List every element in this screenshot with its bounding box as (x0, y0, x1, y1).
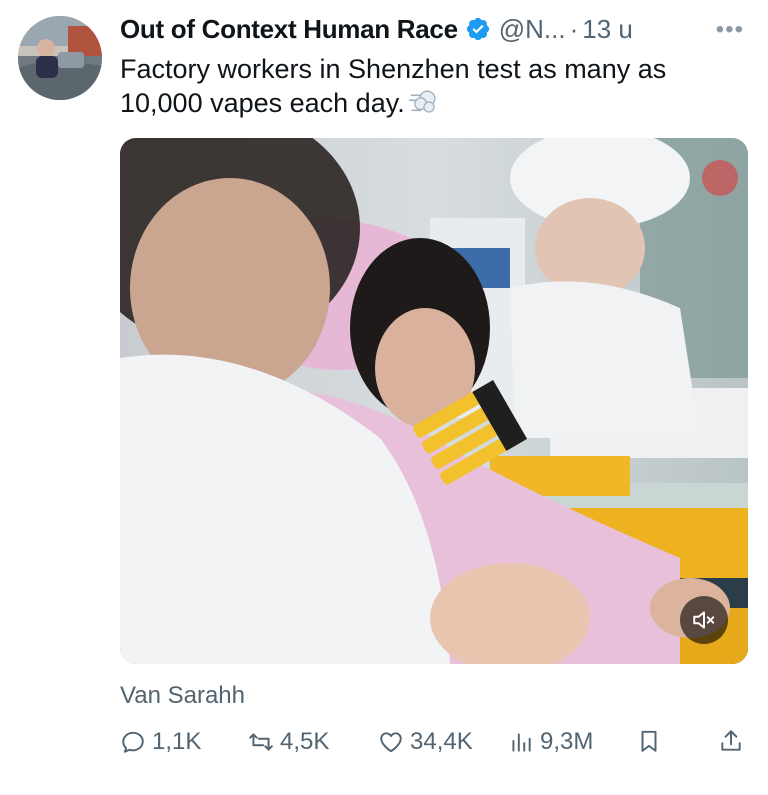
reply-count: 1,1K (152, 728, 202, 755)
more-options-icon[interactable]: ••• (716, 16, 744, 44)
heart-icon (380, 732, 402, 753)
author-avatar[interactable] (18, 16, 102, 100)
view-count: 9,3M (540, 728, 594, 755)
tweet-actions: 1,1K 4,5K 34,4K 9,3M (120, 728, 748, 764)
dashing-away-icon (408, 90, 436, 113)
header-separator: · (569, 13, 579, 44)
like-button[interactable]: 34,4K (378, 728, 473, 756)
like-count: 34,4K (410, 728, 473, 755)
tweet-body: Factory workers in Shenzhen test as many… (120, 54, 667, 118)
reply-icon (122, 731, 144, 753)
repost-button[interactable]: 4,5K (248, 728, 329, 756)
tweet-timestamp[interactable]: 13 u (582, 14, 633, 45)
share-button[interactable] (718, 728, 750, 754)
views-button[interactable]: 9,3M (508, 728, 593, 756)
video-frame (120, 138, 748, 664)
repost-icon (249, 733, 273, 751)
bookmark-button[interactable] (636, 728, 668, 754)
repost-count: 4,5K (280, 728, 330, 755)
tweet-video[interactable] (120, 138, 748, 664)
author-name[interactable]: Out of Context Human Race (120, 14, 458, 45)
author-handle[interactable]: @N... (499, 14, 566, 45)
bookmark-icon (641, 730, 657, 752)
share-icon (721, 730, 741, 751)
media-attribution[interactable]: Van Sarahh (120, 682, 245, 710)
tweet-text: Factory workers in Shenzhen test as many… (120, 52, 740, 120)
reply-button[interactable]: 1,1K (120, 728, 201, 756)
analytics-bars-icon (512, 733, 531, 752)
speaker-muted-icon (693, 611, 715, 629)
verified-badge-icon[interactable] (465, 16, 491, 42)
tweet-header: Out of Context Human Race @N... · 13 u •… (120, 12, 744, 46)
mute-button[interactable] (680, 596, 728, 644)
avatar-man-in-car-icon (18, 16, 102, 100)
